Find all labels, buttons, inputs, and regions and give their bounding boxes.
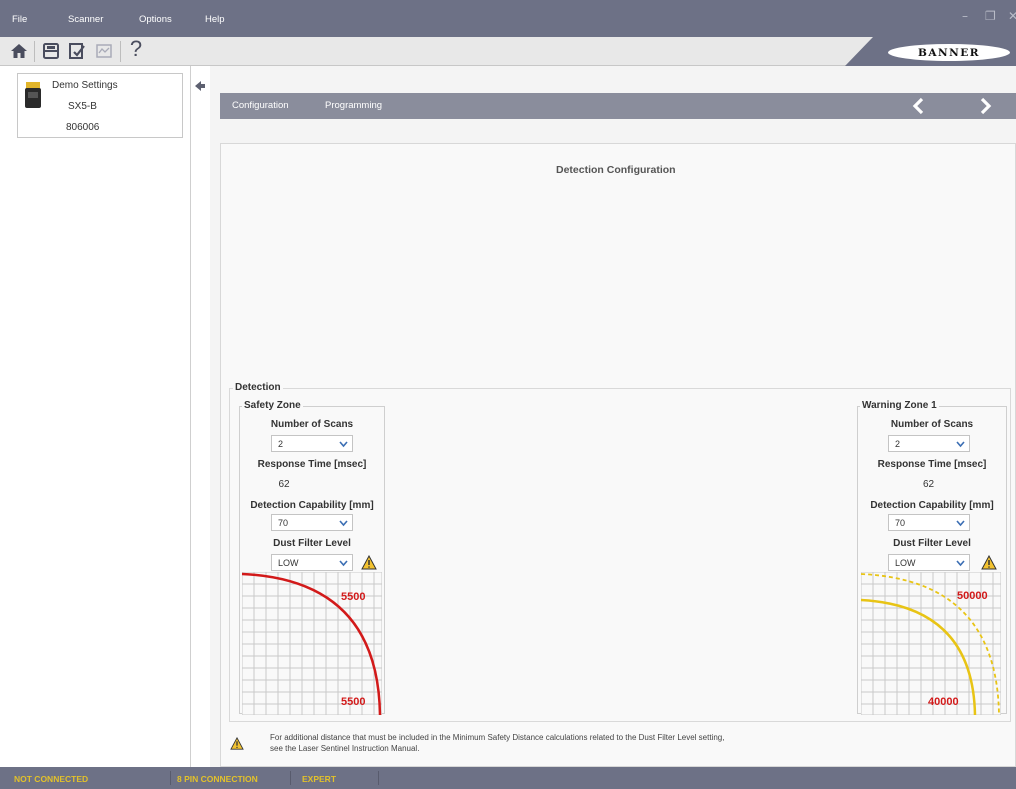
- nav-bar: Configuration Programming: [220, 93, 1016, 119]
- pin-connection-status: 8 PIN CONNECTION: [177, 774, 258, 784]
- device-model: SX5-B: [68, 101, 97, 112]
- minimize-button[interactable]: –: [962, 9, 968, 23]
- response-time-value: 62: [278, 479, 290, 490]
- capability-value: 70: [895, 518, 906, 528]
- warning-zone-range-diagram: 50000 40000: [860, 571, 1002, 716]
- scans-select[interactable]: 2: [888, 435, 970, 452]
- tab-programming[interactable]: Programming: [325, 100, 382, 111]
- chevron-down-icon: [956, 560, 965, 567]
- dust-filter-footnote: For additional distance that must be inc…: [270, 732, 724, 754]
- dust-filter-select[interactable]: LOW: [271, 554, 353, 571]
- safety-zone-title: Safety Zone: [242, 400, 303, 411]
- status-separator: [290, 771, 291, 785]
- response-time-label: Response Time [msec]: [877, 459, 987, 470]
- warning-zone-title: Warning Zone 1: [860, 400, 939, 411]
- response-time-value: 62: [922, 479, 935, 490]
- footnote-line-1: For additional distance that must be inc…: [270, 733, 725, 742]
- scans-value: 2: [278, 439, 284, 449]
- response-time-label: Response Time [msec]: [257, 459, 367, 470]
- dust-filter-value: LOW: [278, 558, 299, 568]
- scans-label: Number of Scans: [890, 419, 974, 430]
- status-separator: [378, 771, 379, 785]
- user-level-status: EXPERT: [302, 774, 337, 784]
- tab-configuration[interactable]: Configuration: [232, 100, 289, 111]
- scans-select[interactable]: 2: [271, 435, 353, 452]
- capability-label: Detection Capability [mm]: [250, 500, 374, 511]
- restore-button[interactable]: ❐: [985, 9, 996, 23]
- footnote-line-2: see the Laser Sentinel Instruction Manua…: [270, 744, 420, 753]
- home-icon[interactable]: [8, 40, 30, 62]
- capability-select[interactable]: 70: [271, 514, 353, 531]
- page-title: Detection Configuration: [556, 164, 676, 176]
- chevron-down-icon: [339, 441, 348, 448]
- capability-select[interactable]: 70: [888, 514, 970, 531]
- scans-value: 2: [895, 439, 901, 449]
- close-button[interactable]: ✕: [1008, 9, 1016, 23]
- back-arrow-icon[interactable]: [910, 97, 928, 115]
- menu-help[interactable]: Help: [205, 14, 225, 25]
- forward-arrow-icon[interactable]: [976, 97, 994, 115]
- device-card[interactable]: Demo Settings SX5-B 806006: [17, 73, 183, 138]
- menu-bar: File Scanner Options Help – ❐ ✕: [0, 0, 1016, 37]
- device-serial: 806006: [66, 122, 100, 133]
- dust-filter-label: Dust Filter Level: [273, 538, 351, 549]
- scanner-device-icon: [25, 82, 41, 108]
- device-name: Demo Settings: [52, 80, 118, 91]
- safety-zone-range-diagram: 5500 5500: [241, 571, 383, 716]
- menu-scanner[interactable]: Scanner: [68, 14, 103, 25]
- chevron-down-icon: [956, 441, 965, 448]
- status-bar: NOT CONNECTED 8 PIN CONNECTION EXPERT: [0, 767, 1016, 789]
- toolbar-separator: [120, 41, 121, 62]
- range-bottom-label: 5500: [341, 696, 366, 708]
- collapse-panel-icon[interactable]: [193, 79, 207, 93]
- capability-value: 70: [278, 518, 289, 528]
- detection-group-label: Detection: [233, 382, 283, 393]
- toolbar-separator: [34, 41, 35, 62]
- dust-filter-select[interactable]: LOW: [888, 554, 970, 571]
- device-panel: Demo Settings SX5-B 806006: [0, 66, 191, 767]
- verify-icon[interactable]: [66, 40, 88, 62]
- chevron-down-icon: [339, 520, 348, 527]
- toolbar: ? BANNER: [0, 36, 1016, 66]
- help-icon[interactable]: ?: [125, 36, 147, 61]
- range-top-label: 50000: [957, 590, 988, 602]
- save-icon[interactable]: [40, 40, 62, 62]
- dust-filter-label: Dust Filter Level: [893, 538, 971, 549]
- menu-file[interactable]: File: [12, 14, 27, 25]
- connection-status: NOT CONNECTED: [14, 774, 89, 784]
- menu-options[interactable]: Options: [139, 14, 172, 25]
- range-bottom-label: 40000: [928, 696, 959, 708]
- dust-filter-value: LOW: [895, 558, 916, 568]
- warning-icon: [361, 555, 377, 570]
- capability-label: Detection Capability [mm]: [870, 500, 994, 511]
- monitor-icon: [93, 40, 115, 62]
- chevron-down-icon: [339, 560, 348, 567]
- banner-logo: BANNER: [888, 44, 1010, 61]
- warning-icon: [230, 737, 244, 750]
- warning-icon: [981, 555, 997, 570]
- status-separator: [170, 771, 171, 785]
- chevron-down-icon: [956, 520, 965, 527]
- scans-label: Number of Scans: [270, 419, 354, 430]
- range-top-label: 5500: [341, 591, 366, 603]
